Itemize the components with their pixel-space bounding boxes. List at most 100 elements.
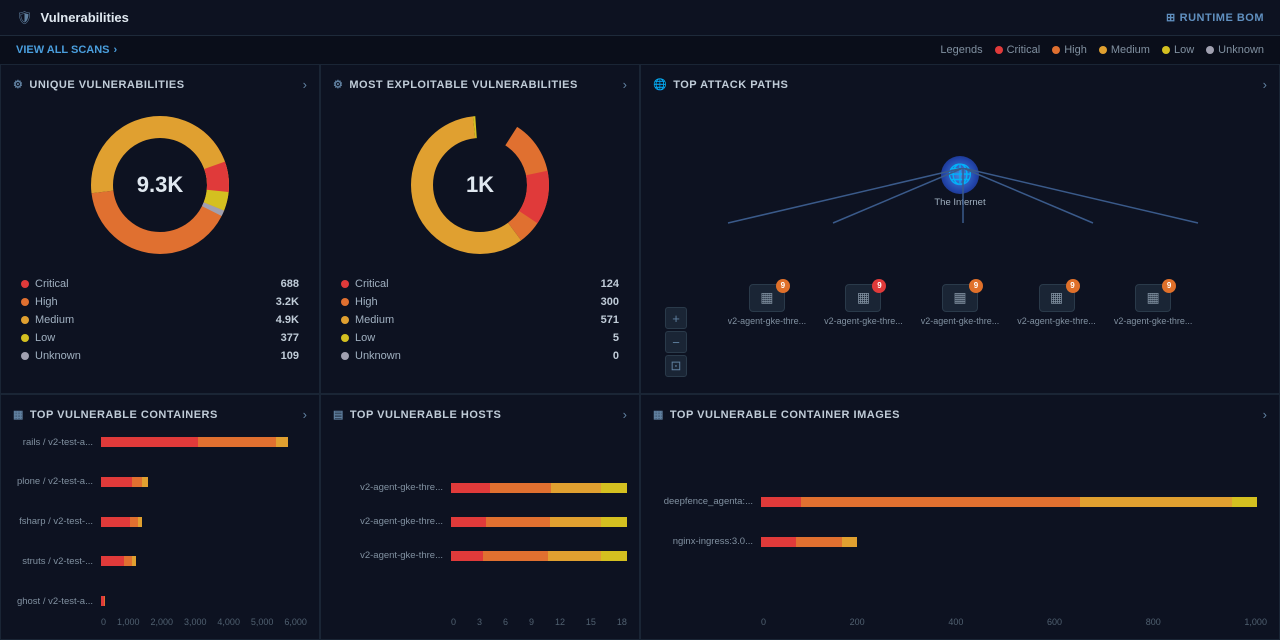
high-indicator: [21, 298, 29, 306]
host-label-1: v2-agent-gke-thre...: [333, 516, 443, 527]
top-containers-panel: ▦ TOP VULNERABLE CONTAINERS › rails / v2…: [0, 394, 320, 640]
hosts-bar-chart: v2-agent-gke-thre... v2-agent-gke-thre..…: [333, 430, 627, 613]
container-track-2: [101, 517, 307, 527]
unique-total: 9.3K: [137, 172, 183, 198]
panel-nav-exploitable[interactable]: ›: [623, 77, 627, 92]
images-bar-chart: deepfence_agenta:... nginx-ingress:3.0..…: [653, 430, 1267, 613]
exploit-row-low: Low 5: [341, 332, 619, 344]
image-label-0: deepfence_agenta:...: [653, 496, 753, 507]
exploit-icon: ⚙: [333, 78, 343, 91]
high-seg: [198, 437, 276, 447]
exploitable-legend: Critical 124 High 300 Medium 571: [333, 278, 627, 362]
runtime-bom-icon: ⊞: [1166, 11, 1176, 24]
runtime-bom-button[interactable]: ⊞ RUNTIME BOM: [1166, 11, 1264, 24]
exploitable-donut-wrap: 1K: [333, 100, 627, 270]
shield-icon: 🛡: [16, 10, 33, 26]
exploitable-total: 1K: [466, 172, 494, 198]
container-bar-4: ghost / v2-test-a...: [13, 593, 307, 609]
server-box-0: ▦ 9: [749, 284, 785, 312]
zoom-in-button[interactable]: +: [665, 307, 687, 329]
panel-title-images: ▦ TOP VULNERABLE CONTAINER IMAGES: [653, 408, 900, 421]
zoom-out-button[interactable]: −: [665, 331, 687, 353]
container-label-3: struts / v2-test-...: [13, 556, 93, 567]
container-label-4: ghost / v2-test-a...: [13, 596, 93, 607]
legends-bar: Legends Critical High Medium Low Unknown: [940, 44, 1264, 56]
panel-header-images: ▦ TOP VULNERABLE CONTAINER IMAGES ›: [653, 407, 1267, 422]
host-track-2: [451, 551, 627, 561]
legend-medium: Medium: [1099, 44, 1150, 56]
image-track-0: [761, 497, 1267, 507]
container-icon: ▦: [13, 408, 24, 421]
vuln-row-critical: Critical 688: [21, 278, 299, 290]
view-all-scans-link[interactable]: VIEW ALL SCANS ›: [16, 44, 117, 56]
exploitable-donut-container: 1K: [400, 100, 560, 270]
panel-header-attack: 🌐 TOP ATTACK PATHS ›: [653, 77, 1267, 92]
panel-nav-hosts[interactable]: ›: [623, 407, 627, 422]
panel-title-attack: 🌐 TOP ATTACK PATHS: [653, 78, 788, 91]
server-box-1: ▦ 9: [845, 284, 881, 312]
server-label-0: v2-agent-gke-thre...: [728, 316, 807, 326]
header-left: 🛡 Vulnerabilities: [16, 10, 129, 26]
attack-graph: 🌐 The Internet ▦ 9 v2-agent-gke-thre...: [653, 100, 1267, 381]
panel-nav-images[interactable]: ›: [1263, 407, 1267, 422]
most-exploitable-panel: ⚙ MOST EXPLOITABLE VULNERABILITIES › 1K: [320, 64, 640, 394]
panel-header-hosts: ▤ TOP VULNERABLE HOSTS ›: [333, 407, 627, 422]
vuln-row-low: Low 377: [21, 332, 299, 344]
server-node-3: ▦ 9 v2-agent-gke-thre...: [1017, 284, 1096, 326]
panel-nav-containers[interactable]: ›: [303, 407, 307, 422]
legends-label: Legends: [940, 44, 982, 56]
panel-nav-unique[interactable]: ›: [303, 77, 307, 92]
panel-title-unique: ⚙ UNIQUE VULNERABILITIES: [13, 78, 185, 91]
critical-seg: [101, 437, 198, 447]
legend-low: Low: [1162, 44, 1194, 56]
panel-header-containers: ▦ TOP VULNERABLE CONTAINERS ›: [13, 407, 307, 422]
container-bar-3: struts / v2-test-...: [13, 553, 307, 569]
medium-dot: [1099, 46, 1107, 54]
exploit-row-unknown: Unknown 0: [341, 350, 619, 362]
top-images-panel: ▦ TOP VULNERABLE CONTAINER IMAGES › deep…: [640, 394, 1280, 640]
container-track-0: [101, 437, 307, 447]
host-track-0: [451, 483, 627, 493]
badge-0: 9: [776, 279, 790, 293]
low-dot: [1162, 46, 1170, 54]
exploit-row-high: High 300: [341, 296, 619, 308]
unique-donut-container: 9.3K: [80, 100, 240, 270]
server-node-2: ▦ 9 v2-agent-gke-thre...: [921, 284, 1000, 326]
critical-dot: [995, 46, 1003, 54]
server-node-4: ▦ 9 v2-agent-gke-thre...: [1114, 284, 1193, 326]
exploit-row-medium: Medium 571: [341, 314, 619, 326]
server-label-3: v2-agent-gke-thre...: [1017, 316, 1096, 326]
container-track-1: [101, 477, 307, 487]
container-track-3: [101, 556, 307, 566]
attack-icon: 🌐: [653, 78, 667, 91]
panel-title-exploitable: ⚙ MOST EXPLOITABLE VULNERABILITIES: [333, 78, 578, 91]
server-box-3: ▦ 9: [1039, 284, 1075, 312]
attack-paths-panel: 🌐 TOP ATTACK PATHS › 🌐 The Internet: [640, 64, 1280, 394]
header: 🛡 Vulnerabilities ⊞ RUNTIME BOM: [0, 0, 1280, 36]
unique-vulnerabilities-panel: ⚙ UNIQUE VULNERABILITIES ›: [0, 64, 320, 394]
container-label-1: plone / v2-test-a...: [13, 476, 93, 487]
medium-seg: [276, 437, 288, 447]
legend-high: High: [1052, 44, 1087, 56]
badge-4: 9: [1162, 279, 1176, 293]
containers-bar-chart: rails / v2-test-a... plone / v2-test-a..…: [13, 430, 307, 613]
server-node-1: ▦ 9 v2-agent-gke-thre...: [824, 284, 903, 326]
server-label-2: v2-agent-gke-thre...: [921, 316, 1000, 326]
image-icon: ▦: [653, 408, 664, 421]
images-x-axis: 0 200 400 600 800 1,000: [653, 617, 1267, 627]
image-bar-1: nginx-ingress:3.0...: [653, 534, 1267, 550]
container-bar-1: plone / v2-test-a...: [13, 474, 307, 490]
badge-3: 9: [1066, 279, 1080, 293]
panel-nav-attack[interactable]: ›: [1263, 77, 1267, 92]
subheader: VIEW ALL SCANS › Legends Critical High M…: [0, 36, 1280, 64]
vuln-row-high: High 3.2K: [21, 296, 299, 308]
container-bar-0: rails / v2-test-a...: [13, 434, 307, 450]
critical-indicator: [21, 280, 29, 288]
vuln-row-medium: Medium 4.9K: [21, 314, 299, 326]
legend-unknown: Unknown: [1206, 44, 1264, 56]
container-bar-2: fsharp / v2-test-...: [13, 514, 307, 530]
badge-1: 9: [872, 279, 886, 293]
chevron-right-icon: ›: [114, 44, 118, 56]
fit-view-button[interactable]: ⊡: [665, 355, 687, 377]
containers-x-axis: 0 1,000 2,000 3,000 4,000 5,000 6,000: [13, 617, 307, 627]
